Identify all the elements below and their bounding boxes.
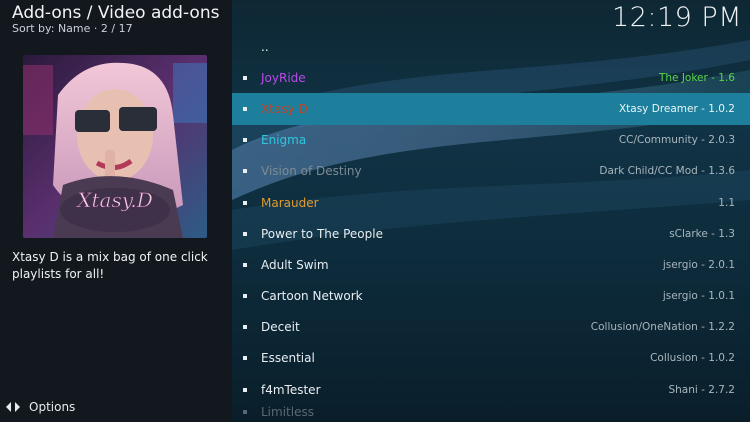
- addon-list: .. JoyRide The Joker - 1.6 Xtasy D Xtasy Dr…: [232, 31, 750, 419]
- addon-list-item[interactable]: Enigma CC/Community - 2.0.3: [232, 125, 750, 156]
- addon-name: Deceit: [261, 320, 300, 335]
- addon-list-item[interactable]: Adult Swim jsergio - 2.0.1: [232, 249, 750, 280]
- addon-description: Xtasy D is a mix bag of one click playli…: [12, 250, 208, 281]
- addon-name: Adult Swim: [261, 257, 329, 272]
- addon-list-item[interactable]: Xtasy D Xtasy Dreamer - 1.0.2: [232, 93, 750, 125]
- addon-version: jsergio - 1.0.1: [662, 290, 735, 303]
- addon-version: jsergio - 2.0.1: [662, 258, 735, 271]
- addon-version: The Joker - 1.6: [658, 71, 735, 84]
- addon-list-item[interactable]: Limitless: [232, 405, 750, 419]
- addon-version: Dark Child/CC Mod - 1.3.6: [599, 165, 735, 178]
- parent-folder-label: ..: [261, 39, 269, 54]
- addon-version: Collusion/OneNation - 1.2.2: [590, 321, 735, 334]
- bullet-icon: [243, 294, 247, 299]
- bullet-icon: [243, 106, 247, 111]
- bullet-icon: [243, 410, 247, 415]
- addon-name: Xtasy D: [261, 101, 308, 116]
- addon-artwork-image: Xtasy.D: [23, 55, 207, 238]
- bullet-icon: [243, 75, 247, 80]
- addon-list-item[interactable]: Power to The People sClarke - 1.3: [232, 218, 750, 249]
- addon-name: Marauder: [261, 195, 319, 210]
- bullet-icon: [243, 325, 247, 330]
- options-arrows-icon: [6, 402, 20, 412]
- options-button[interactable]: Options: [5, 400, 75, 414]
- addon-name: Enigma: [261, 133, 307, 148]
- addon-fanart: Xtasy.D: [23, 55, 207, 238]
- addon-list-item[interactable]: JoyRide The Joker - 1.6: [232, 62, 750, 93]
- addon-list-item[interactable]: f4mTester Shani - 2.7.2: [232, 374, 750, 405]
- sort-info[interactable]: Sort by: Name · 2 / 17: [12, 22, 133, 35]
- addon-name: Essential: [261, 351, 315, 366]
- addon-version: Shani - 2.7.2: [668, 383, 735, 396]
- bullet-icon: [243, 200, 247, 205]
- addon-version: sClarke - 1.3: [669, 227, 735, 240]
- options-label: Options: [29, 400, 76, 414]
- addon-list-item[interactable]: Deceit Collusion/OneNation - 1.2.2: [232, 312, 750, 343]
- addon-version: Collusion - 1.0.2: [650, 352, 735, 365]
- breadcrumb-title: Add-ons / Video add-ons: [12, 3, 220, 23]
- artwork-caption: Xtasy.D: [75, 188, 153, 212]
- clock: 12:19 PM: [612, 2, 742, 33]
- addon-version: Xtasy Dreamer - 1.0.2: [618, 102, 735, 115]
- addon-name: Vision of Destiny: [261, 164, 362, 179]
- bullet-icon: [243, 387, 247, 392]
- addon-list-item[interactable]: Essential Collusion - 1.0.2: [232, 343, 750, 374]
- bullet-icon: [243, 231, 247, 236]
- addon-list-item[interactable]: Vision of Destiny Dark Child/CC Mod - 1.3…: [232, 156, 750, 187]
- parent-folder-item[interactable]: ..: [232, 31, 750, 62]
- bullet-icon: [243, 356, 247, 361]
- bullet-icon: [243, 262, 247, 267]
- addon-name: f4mTester: [261, 382, 321, 397]
- bullet-icon: [243, 169, 247, 174]
- addon-name: JoyRide: [261, 70, 306, 85]
- addon-version: CC/Community - 2.0.3: [618, 134, 735, 147]
- addon-list-item[interactable]: Cartoon Network jsergio - 1.0.1: [232, 281, 750, 312]
- addon-list-item[interactable]: Marauder 1.1: [232, 187, 750, 218]
- bullet-icon: [243, 138, 247, 143]
- addon-name: Power to The People: [261, 226, 383, 241]
- addon-name: Limitless: [261, 405, 314, 420]
- addon-version: 1.1: [718, 196, 735, 209]
- addon-name: Cartoon Network: [261, 289, 363, 304]
